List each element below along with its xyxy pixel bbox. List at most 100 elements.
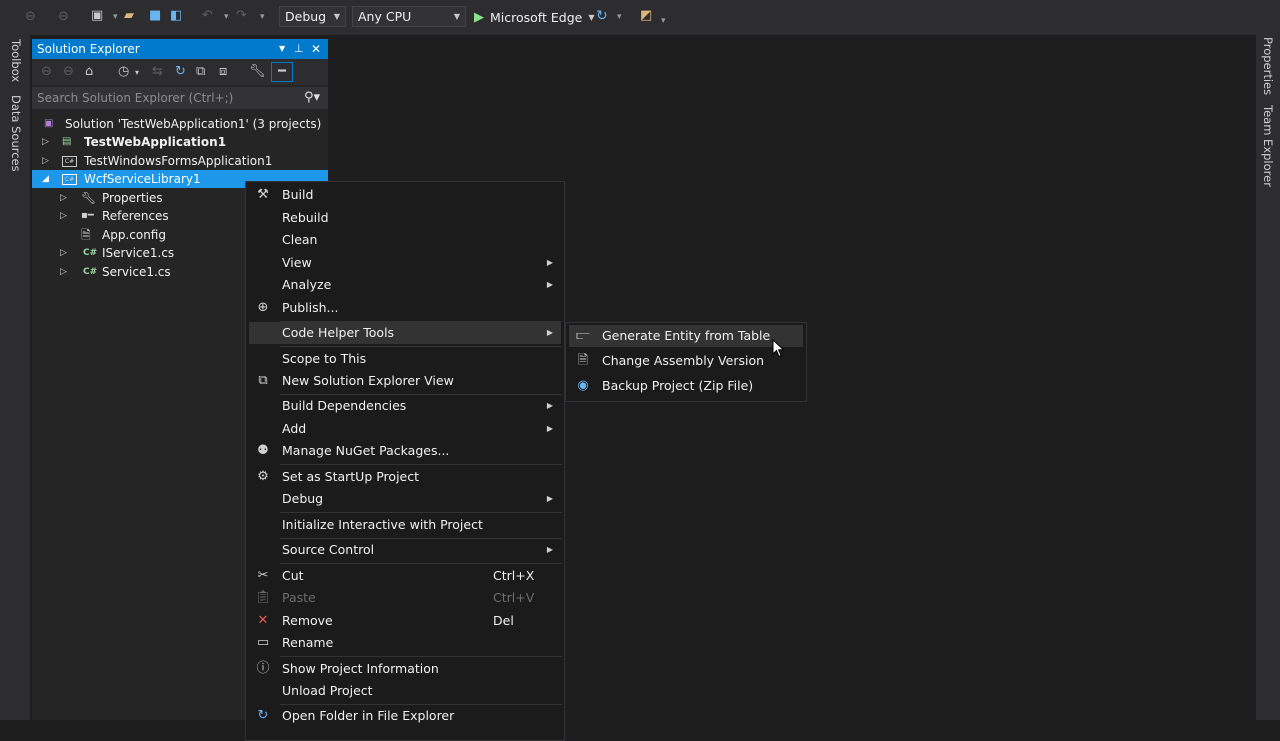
menu-item-label: New Solution Explorer View — [282, 373, 454, 388]
chevron-down-icon[interactable]: ▼ — [588, 13, 594, 22]
refresh-icon[interactable]: ↻ — [175, 64, 186, 79]
expand-arrow-icon[interactable]: ▷ — [60, 189, 67, 207]
preview-selected-icon[interactable]: ━ — [271, 62, 293, 82]
expand-arrow-icon[interactable]: ▷ — [60, 263, 67, 281]
submenu-arrow-icon: ▶ — [546, 545, 553, 554]
expand-arrow-icon[interactable]: ▷ — [42, 152, 49, 170]
menu-separator — [280, 512, 562, 513]
references-icon: ▪━ — [81, 210, 94, 221]
platform-dropdown[interactable]: Any CPU ▼ — [352, 6, 466, 27]
menu-item-label: Open Folder in File Explorer — [282, 708, 455, 723]
panel-title-bar[interactable]: Solution Explorer ▼ ⊥ ✕ — [32, 39, 328, 59]
menu-item-rename[interactable]: ▭ Rename — [249, 632, 561, 654]
chevron-down-icon[interactable]: ▾ — [260, 12, 265, 22]
collapse-arrow-icon[interactable]: ◢ — [42, 170, 49, 188]
chevron-down-icon[interactable]: ▾ — [113, 12, 118, 22]
menu-item-new-solution-explorer-view[interactable]: ⧉ New Solution Explorer View — [249, 370, 561, 392]
collapse-all-icon[interactable]: ⧉ — [196, 64, 205, 79]
code-helper-tools-submenu: ⫍ Generate Entity from Table 🗎︎ Change A… — [565, 322, 807, 402]
menu-item-build[interactable]: ⚒ Build — [249, 184, 561, 206]
undo-icon[interactable]: ↶ — [202, 8, 213, 23]
show-all-files-icon[interactable]: ⧈ — [219, 64, 227, 79]
project-context-menu: ⚒ Build Rebuild Clean View ▶ Analyze ▶ ⊕… — [245, 181, 565, 741]
menu-item-show-project-info[interactable]: ⓘ Show Project Information — [249, 658, 561, 680]
menu-separator — [280, 563, 562, 564]
menu-item-label: Show Project Information — [282, 661, 439, 676]
tab-properties[interactable]: Properties — [1261, 37, 1275, 95]
menu-item-debug[interactable]: Debug ▶ — [249, 488, 561, 510]
back-icon[interactable]: ⊖ — [25, 9, 36, 24]
menu-item-code-helper-tools[interactable]: Code Helper Tools ▶ — [249, 322, 561, 344]
back-icon[interactable]: ⊖ — [41, 64, 52, 79]
pin-icon[interactable]: ⊥ — [294, 39, 304, 59]
pending-changes-icon[interactable]: ◷ — [118, 64, 129, 79]
refresh-icon[interactable]: ↻ — [596, 8, 608, 24]
wrench-icon[interactable]: 🔧︎ — [249, 64, 266, 79]
tab-toolbox[interactable]: Toolbox — [9, 39, 23, 82]
menu-item-source-control[interactable]: Source Control ▶ — [249, 539, 561, 561]
tab-data-sources[interactable]: Data Sources — [9, 95, 23, 172]
submenu-arrow-icon: ▶ — [546, 424, 553, 433]
redo-icon[interactable]: ↷ — [236, 8, 247, 23]
wrench-icon: 🔧︎ — [81, 191, 97, 205]
tree-row-solution[interactable]: ▣ Solution 'TestWebApplication1' (3 proj… — [32, 115, 328, 133]
tree-row-project[interactable]: ▷ C# TestWindowsFormsApplication1 — [32, 152, 328, 170]
menu-item-manage-nuget[interactable]: ⚉ Manage NuGet Packages... — [249, 440, 561, 462]
menu-item-unload-project[interactable]: Unload Project — [249, 680, 561, 702]
chevron-down-icon[interactable]: ▾ — [135, 68, 139, 77]
panel-toolbar: ⊖ ⊖ ⌂ ◷ ▾ ⇆ ↻ ⧉ ⧈ 🔧︎ ━ — [32, 59, 328, 85]
submenu-arrow-icon: ▶ — [546, 280, 553, 289]
web-project-icon: ▤ — [62, 136, 72, 147]
tree-row-project[interactable]: ▷ ▤ TestWebApplication1 — [32, 133, 328, 151]
sync-icon[interactable]: ⇆ — [152, 64, 163, 79]
search-input[interactable]: Search Solution Explorer (Ctrl+;) ⚲▾ — [32, 87, 328, 109]
menu-item-label: Change Assembly Version — [602, 353, 765, 368]
tab-team-explorer[interactable]: Team Explorer — [1261, 105, 1275, 187]
menu-item-label: Manage NuGet Packages... — [282, 443, 450, 458]
menu-item-initialize-interactive[interactable]: Initialize Interactive with Project — [249, 514, 561, 536]
run-button[interactable]: ▶ Microsoft Edge ▼ — [474, 6, 594, 28]
window-position-icon[interactable]: ▼ — [279, 39, 285, 59]
expand-arrow-icon[interactable]: ▷ — [60, 244, 67, 262]
menu-item-add[interactable]: Add ▶ — [249, 418, 561, 440]
tree-label: TestWindowsFormsApplication1 — [84, 154, 273, 168]
chevron-down-icon[interactable]: ▾ — [224, 12, 229, 22]
save-all-icon[interactable]: ◧ — [170, 8, 182, 23]
menu-item-label: View — [282, 255, 312, 270]
configuration-dropdown[interactable]: Debug ▼ — [279, 6, 346, 27]
menu-item-remove[interactable]: ✕ Remove Del — [249, 610, 561, 632]
search-icon[interactable]: ⚲▾ — [304, 87, 320, 109]
new-project-icon[interactable]: ▣ — [91, 8, 103, 23]
build-icon: ⚒ — [257, 187, 269, 202]
forward-icon[interactable]: ⊖ — [63, 64, 74, 79]
menu-item-generate-entity[interactable]: ⫍ Generate Entity from Table — [569, 325, 803, 347]
menu-item-view[interactable]: View ▶ — [249, 252, 561, 274]
chevron-down-icon[interactable]: ▾ — [617, 12, 622, 22]
backup-icon: ◉ — [577, 378, 589, 393]
home-icon[interactable]: ⌂ — [85, 64, 93, 79]
menu-item-cut[interactable]: ✂ Cut Ctrl+X — [249, 565, 561, 587]
browser-link-icon[interactable]: ◩ — [640, 8, 652, 23]
toolbar-overflow-icon[interactable]: ▾ — [661, 16, 666, 26]
menu-item-backup-project[interactable]: ◉ Backup Project (Zip File) — [569, 375, 803, 397]
menu-separator — [280, 464, 562, 465]
forward-icon[interactable]: ⊖ — [58, 9, 69, 24]
close-icon[interactable]: ✕ — [311, 39, 321, 59]
menu-item-set-startup[interactable]: ⚙ Set as StartUp Project — [249, 466, 561, 488]
menu-item-publish[interactable]: ⊕ Publish... — [249, 297, 561, 319]
menu-item-rebuild[interactable]: Rebuild — [249, 207, 561, 229]
menu-item-scope-to-this[interactable]: Scope to This — [249, 348, 561, 370]
menu-item-build-dependencies[interactable]: Build Dependencies ▶ — [249, 395, 561, 417]
tree-label: Solution 'TestWebApplication1' (3 projec… — [65, 117, 322, 131]
open-folder-icon[interactable]: ▰ — [124, 8, 134, 23]
expand-arrow-icon[interactable]: ▷ — [60, 207, 67, 225]
submenu-arrow-icon: ▶ — [546, 494, 553, 503]
rename-icon: ▭ — [256, 635, 270, 650]
menu-item-open-folder[interactable]: ↻ Open Folder in File Explorer — [249, 705, 561, 727]
menu-item-change-assembly-version[interactable]: 🗎︎ Change Assembly Version — [569, 350, 803, 372]
menu-item-paste[interactable]: 📋︎ Paste Ctrl+V — [249, 587, 561, 609]
expand-arrow-icon[interactable]: ▷ — [42, 133, 49, 151]
menu-item-clean[interactable]: Clean — [249, 229, 561, 251]
save-icon[interactable]: ■ — [149, 8, 161, 23]
menu-item-analyze[interactable]: Analyze ▶ — [249, 274, 561, 296]
